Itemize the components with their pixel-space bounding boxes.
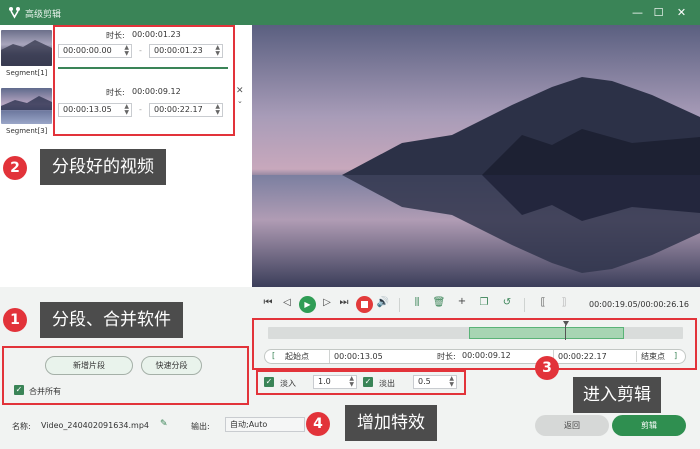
output-label: 输出:	[191, 422, 210, 431]
copy-icon[interactable]: ❐	[477, 297, 491, 308]
playhead-marker[interactable]	[563, 321, 569, 326]
fade-in-checkbox[interactable]: ✓	[264, 377, 274, 387]
video-preview[interactable]	[252, 25, 700, 287]
playhead-line	[565, 325, 566, 340]
fade-out-field[interactable]: 0.5 ▲ ▼	[413, 375, 457, 389]
end-point-button[interactable]: 结束点	[636, 351, 665, 362]
range-duration: 00:00:09.12	[462, 351, 511, 360]
reset-icon[interactable]: ↺	[500, 297, 514, 308]
range-duration-label: 时长:	[437, 352, 456, 361]
start-point-button[interactable]: 起始点	[285, 351, 309, 362]
delete-icon[interactable]: 🗑	[432, 297, 446, 308]
fade-in-label: 淡入	[280, 379, 296, 388]
volume-icon[interactable]: 🔊	[376, 297, 390, 308]
time-display: 00:00:19.05/00:00:26.16	[589, 300, 689, 309]
segment-label: Segment[3]	[6, 127, 48, 135]
quick-split-button[interactable]: 快速分段	[141, 356, 202, 375]
fade-out-label: 淡出	[379, 379, 395, 388]
segment-thumbnail[interactable]	[1, 30, 52, 66]
mark-end-icon[interactable]: ]	[674, 351, 677, 360]
segment-label: Segment[1]	[6, 69, 48, 77]
annotation-box	[53, 25, 235, 136]
name-label: 名称:	[12, 422, 31, 431]
callout-label: 分段、合并软件	[40, 302, 183, 338]
mark-in-icon[interactable]: ⟦	[536, 297, 550, 308]
video-frame	[252, 25, 700, 287]
output-select[interactable]: 自动;Auto	[225, 417, 305, 432]
skip-end-icon[interactable]: ⏭	[337, 297, 351, 308]
callout-label: 进入剪辑	[573, 377, 661, 413]
chevron-down-icon[interactable]: ⌄	[237, 97, 243, 105]
range-end-field[interactable]: 00:00:22.17	[553, 350, 623, 363]
fade-in-field[interactable]: 1.0 ▲ ▼	[313, 375, 357, 389]
play-button[interactable]: ▶	[299, 296, 316, 313]
step-back-icon[interactable]: ◁	[280, 297, 294, 308]
callout-label: 分段好的视频	[40, 149, 166, 185]
callout-number: 2	[3, 156, 27, 180]
callout-number: 4	[306, 412, 330, 436]
callout-number: 3	[535, 356, 559, 380]
name-value: Video_240402091634.mp4	[41, 421, 149, 430]
minimize-button[interactable]: —	[630, 5, 645, 20]
step-forward-icon[interactable]: ▷	[320, 297, 334, 308]
split-icon[interactable]: ⫼	[410, 297, 424, 308]
cut-button[interactable]: 剪辑	[612, 415, 686, 436]
fade-out-checkbox[interactable]: ✓	[363, 377, 373, 387]
new-segment-button[interactable]: 新增片段	[45, 356, 133, 375]
window-title: 高级剪辑	[25, 10, 62, 20]
back-button[interactable]: 返回	[535, 415, 609, 436]
mark-start-icon[interactable]: [	[272, 351, 275, 360]
close-button[interactable]: ✕	[674, 5, 689, 20]
callout-number: 1	[3, 308, 27, 332]
maximize-button[interactable]: ☐	[651, 5, 666, 20]
spinner-icon[interactable]: ▲ ▼	[449, 376, 454, 388]
spinner-icon[interactable]: ▲ ▼	[349, 376, 354, 388]
segment-thumbnail[interactable]	[1, 88, 52, 124]
add-icon[interactable]: +	[455, 296, 469, 307]
merge-all-checkbox[interactable]: ✓	[14, 385, 24, 395]
timeline-selection[interactable]	[469, 327, 624, 339]
close-icon[interactable]: ✕	[236, 86, 244, 96]
app-logo-icon	[9, 7, 20, 19]
merge-all-label: 合并所有	[29, 387, 61, 396]
callout-label: 增加特效	[345, 405, 437, 441]
stop-button[interactable]	[356, 296, 373, 313]
range-start-field[interactable]: 00:00:13.05	[329, 350, 399, 363]
mark-out-icon[interactable]: ⟧	[557, 297, 571, 308]
edit-icon[interactable]: ✎	[160, 419, 168, 429]
skip-start-icon[interactable]: ⏮	[261, 297, 275, 308]
title-bar: 高级剪辑 — ☐ ✕	[0, 0, 700, 25]
